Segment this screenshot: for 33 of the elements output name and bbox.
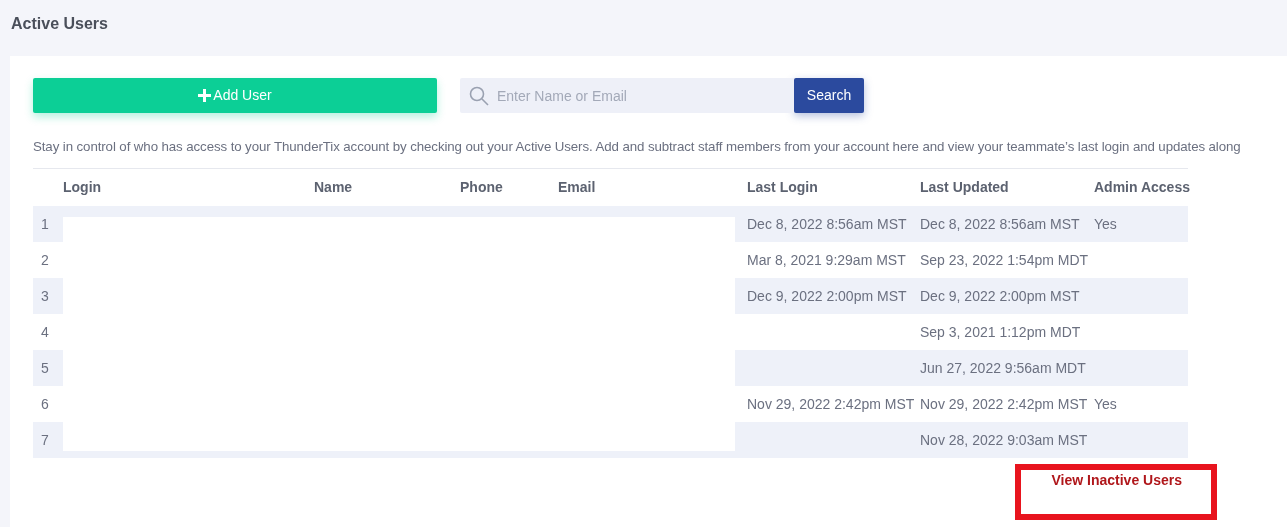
column-header: Last Login [747,179,818,195]
description-text: Stay in control of who has access to your ThunderTix account by checking out your Active Users. Add and subtract staff members from your account here and view your teammate’s last login and updates along [33,138,1241,156]
row-number: 4 [41,323,49,340]
row-number: 5 [41,359,49,376]
search-icon [469,86,489,106]
table-cell: Yes [1094,395,1117,412]
table-cell: Dec 9, 2022 2:00pm MST [747,287,907,304]
table-cell: Yes [1094,215,1117,232]
table-cell: Nov 28, 2022 9:03am MST [920,431,1088,448]
page-title: Active Users [11,14,108,34]
search-button[interactable]: Search [794,78,864,113]
column-header: Name [314,179,353,195]
table-cell: Mar 8, 2021 9:29am MST [747,251,906,268]
column-header: Last Updated [920,179,1009,195]
column-header: Email [558,179,596,195]
row-number: 1 [41,215,49,232]
table-cell: Dec 9, 2022 2:00pm MST [920,287,1080,304]
table-cell: Nov 29, 2022 2:42pm MST [920,395,1088,412]
table-cell: Sep 3, 2021 1:12pm MDT [920,323,1081,340]
column-header: Admin Access [1094,179,1190,195]
column-header: Login [63,179,102,195]
plus-icon [198,89,212,102]
row-number: 2 [41,251,49,268]
row-number: 6 [41,395,49,412]
search-field[interactable]: Enter Name or Email [460,78,794,113]
table-cell: Sep 23, 2022 1:54pm MDT [920,251,1089,268]
row-number: 3 [41,287,49,304]
table-cell: Jun 27, 2022 9:56am MDT [920,359,1086,376]
table-cell: Dec 8, 2022 8:56am MST [920,215,1080,232]
table-cell: Nov 29, 2022 2:42pm MST [747,395,915,412]
row-number: 7 [41,431,49,448]
column-header: Phone [460,179,503,195]
table-cell: Dec 8, 2022 8:56am MST [747,215,907,232]
